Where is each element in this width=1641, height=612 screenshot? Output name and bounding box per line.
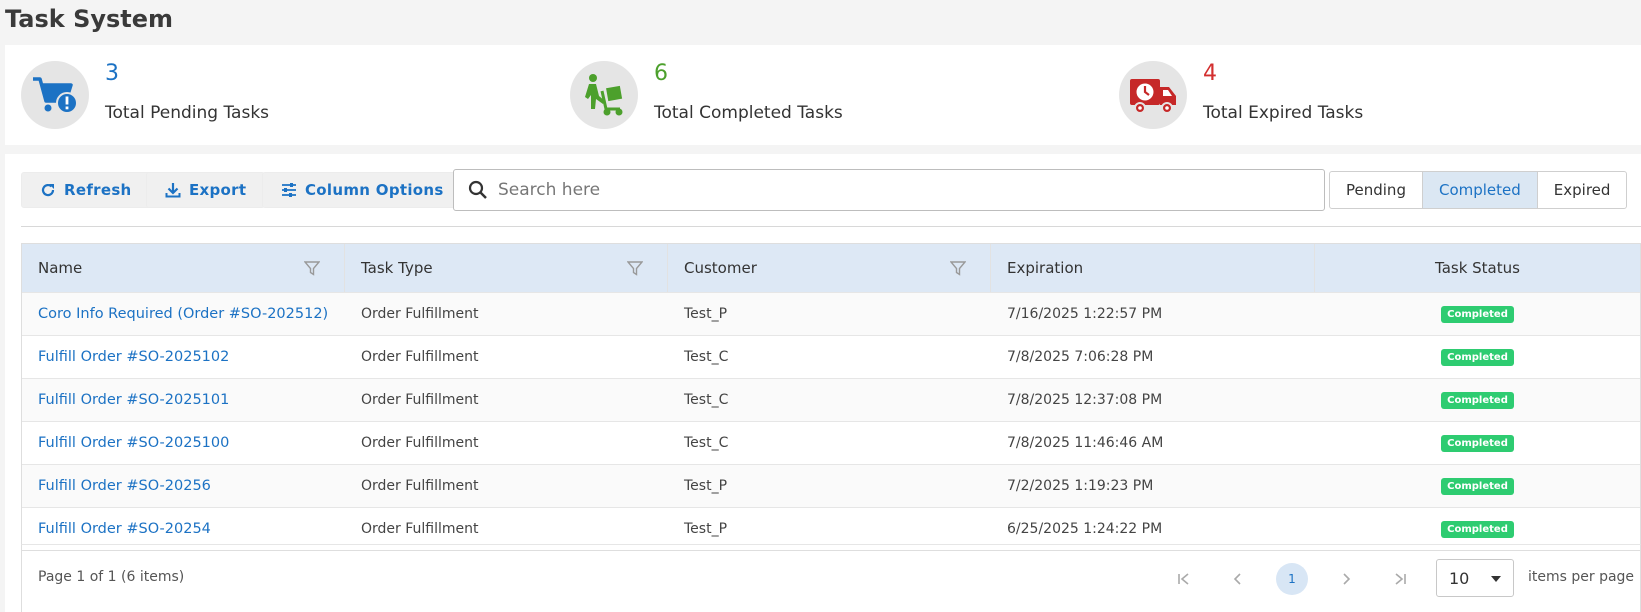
sliders-icon xyxy=(281,182,297,198)
delivery-truck-clock-icon xyxy=(1119,61,1187,129)
cart-alert-icon xyxy=(21,61,89,129)
column-header-label: Name xyxy=(38,259,83,277)
table-row[interactable]: Fulfill Order #SO-20256 Order Fulfillmen… xyxy=(22,464,1640,507)
toolbar-divider xyxy=(21,226,1641,227)
expired-count: 4 xyxy=(1203,61,1217,86)
table-row[interactable]: Fulfill Order #SO-2025102 Order Fulfillm… xyxy=(22,335,1640,378)
chevron-down-icon xyxy=(1491,576,1501,582)
filter-expired[interactable]: Expired xyxy=(1538,172,1627,208)
task-type-cell: Order Fulfillment xyxy=(361,435,479,451)
filter-icon[interactable] xyxy=(627,260,643,276)
download-icon xyxy=(165,182,181,198)
page-size-label: items per page xyxy=(1528,569,1635,585)
last-page-icon[interactable] xyxy=(1384,563,1416,595)
customer-cell: Test_P xyxy=(684,306,728,322)
column-options-button[interactable]: Column Options xyxy=(262,172,463,208)
status-badge: Completed xyxy=(1441,348,1514,366)
page-number-button[interactable]: 1 xyxy=(1276,563,1308,595)
customer-cell: Test_C xyxy=(684,349,729,365)
export-button[interactable]: Export xyxy=(146,172,266,208)
next-page-icon[interactable] xyxy=(1330,563,1362,595)
column-header-task-status[interactable]: Task Status xyxy=(1315,244,1640,292)
task-type-cell: Order Fulfillment xyxy=(361,306,479,322)
export-label: Export xyxy=(189,181,247,199)
filter-icon[interactable] xyxy=(950,260,966,276)
expiration-cell: 7/8/2025 12:37:08 PM xyxy=(1007,392,1163,408)
refresh-button[interactable]: Refresh xyxy=(21,172,151,208)
search-box xyxy=(453,169,1325,211)
filter-completed[interactable]: Completed xyxy=(1422,172,1538,208)
filter-icon[interactable] xyxy=(304,260,320,276)
page-size-value: 10 xyxy=(1449,568,1470,588)
expired-label: Total Expired Tasks xyxy=(1203,103,1364,123)
status-badge: Completed xyxy=(1441,477,1514,495)
search-input[interactable] xyxy=(498,180,1324,200)
table-row[interactable]: Fulfill Order #SO-2025101 Order Fulfillm… xyxy=(22,378,1640,421)
expiration-cell: 7/8/2025 11:46:46 AM xyxy=(1007,435,1164,451)
customer-cell: Test_P xyxy=(684,478,728,494)
page-title: Task System xyxy=(5,5,174,33)
stats-bar: 3 Total Pending Tasks 6 Total Completed … xyxy=(5,45,1641,145)
completed-label: Total Completed Tasks xyxy=(654,103,843,123)
column-header-label: Expiration xyxy=(1007,259,1084,277)
completed-count: 6 xyxy=(654,61,668,86)
task-name-link[interactable]: Fulfill Order #SO-2025102 xyxy=(38,349,229,365)
table-row[interactable]: Coro Info Required (Order #SO-202512) Or… xyxy=(22,292,1640,335)
task-grid: Name Task Type Customer Expiration Task … xyxy=(21,243,1641,551)
task-name-link[interactable]: Fulfill Order #SO-2025100 xyxy=(38,435,229,451)
page-size-select[interactable]: 10 xyxy=(1436,559,1514,597)
status-badge: Completed xyxy=(1441,391,1514,409)
pager-info: Page 1 of 1 (6 items) xyxy=(38,569,185,585)
pending-label: Total Pending Tasks xyxy=(105,103,270,123)
grid-header: Name Task Type Customer Expiration Task … xyxy=(22,244,1640,292)
column-header-name[interactable]: Name xyxy=(22,244,345,292)
column-header-label: Customer xyxy=(684,259,757,277)
refresh-icon xyxy=(40,182,56,198)
column-header-customer[interactable]: Customer xyxy=(668,244,991,292)
prev-page-icon[interactable] xyxy=(1222,563,1254,595)
task-name-link[interactable]: Coro Info Required (Order #SO-202512) xyxy=(38,306,328,322)
pager: Page 1 of 1 (6 items) 1 10 items per pag… xyxy=(21,544,1641,612)
expiration-cell: 7/2/2025 1:19:23 PM xyxy=(1007,478,1154,494)
task-type-cell: Order Fulfillment xyxy=(361,392,479,408)
task-type-cell: Order Fulfillment xyxy=(361,349,479,365)
customer-cell: Test_C xyxy=(684,392,729,408)
task-panel: Refresh Export Column Options Pending Co… xyxy=(5,154,1641,612)
refresh-label: Refresh xyxy=(64,181,132,199)
status-badge: Completed xyxy=(1441,305,1514,323)
expiration-cell: 7/16/2025 1:22:57 PM xyxy=(1007,306,1163,322)
task-type-cell: Order Fulfillment xyxy=(361,478,479,494)
task-name-link[interactable]: Fulfill Order #SO-20256 xyxy=(38,478,211,494)
filter-pending[interactable]: Pending xyxy=(1330,172,1423,208)
hand-truck-icon xyxy=(570,61,638,129)
column-header-label: Task Status xyxy=(1435,259,1520,277)
expiration-cell: 7/8/2025 7:06:28 PM xyxy=(1007,349,1154,365)
task-name-link[interactable]: Fulfill Order #SO-2025101 xyxy=(38,392,229,408)
status-badge: Completed xyxy=(1441,434,1514,452)
search-icon xyxy=(468,180,488,200)
customer-cell: Test_C xyxy=(684,435,729,451)
pending-count: 3 xyxy=(105,61,119,86)
column-options-label: Column Options xyxy=(305,181,444,199)
status-filter-group: Pending Completed Expired xyxy=(1329,171,1628,209)
first-page-icon[interactable] xyxy=(1168,563,1200,595)
column-header-task-type[interactable]: Task Type xyxy=(345,244,668,292)
column-header-expiration[interactable]: Expiration xyxy=(991,244,1315,292)
task-name-link[interactable]: Fulfill Order #SO-20254 xyxy=(38,521,211,537)
table-row[interactable]: Fulfill Order #SO-2025100 Order Fulfillm… xyxy=(22,421,1640,464)
status-badge: Completed xyxy=(1441,520,1514,538)
column-header-label: Task Type xyxy=(361,259,433,277)
